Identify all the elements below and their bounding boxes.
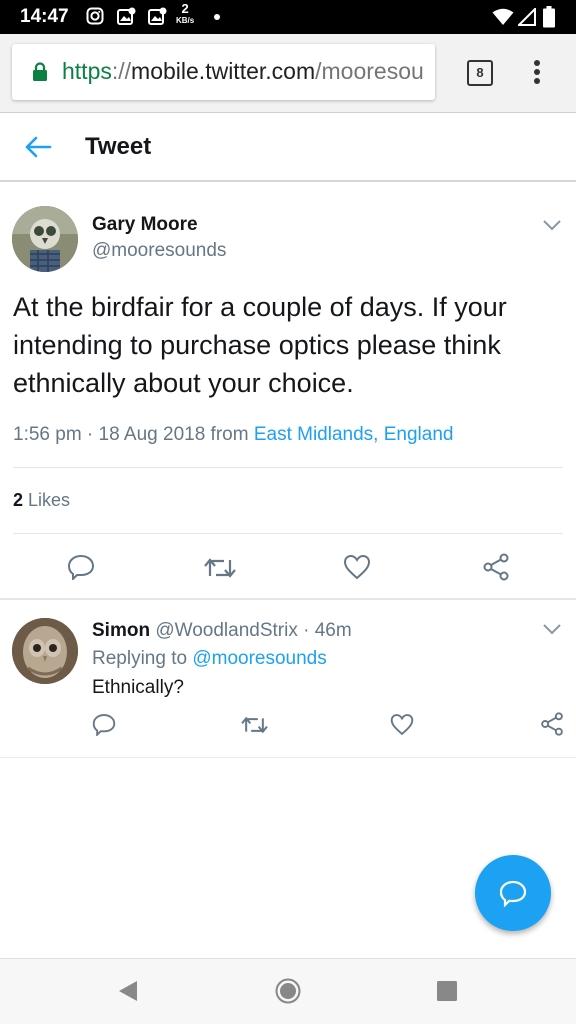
- status-time: 14:47: [20, 6, 69, 27]
- menu-dot: [534, 60, 540, 66]
- reply-text: Ethnically?: [92, 677, 184, 698]
- signal-icon: [518, 8, 536, 26]
- likes-count[interactable]: 2 Likes: [13, 490, 70, 511]
- browser-toolbar: https://mobile.twitter.com/mooresou 8: [0, 34, 576, 112]
- reply-time[interactable]: 46m: [315, 620, 352, 641]
- page-title: Tweet: [85, 133, 152, 160]
- network-speed-unit: KB/s: [176, 16, 195, 25]
- browser-menu-button[interactable]: [532, 60, 542, 87]
- tweet-text: At the birdfair for a couple of days. If…: [13, 292, 507, 398]
- reply-author-name[interactable]: Simon: [92, 620, 150, 641]
- compose-reply-button[interactable]: [475, 855, 551, 931]
- system-nav-bar: [0, 958, 576, 1024]
- tweet-date: 18 Aug 2018: [98, 424, 206, 445]
- replying-label: Replying to: [92, 648, 193, 669]
- tab-switcher-button[interactable]: 8: [467, 60, 493, 86]
- retweet-icon[interactable]: [241, 715, 268, 735]
- like-icon[interactable]: [390, 713, 414, 736]
- back-arrow-icon[interactable]: [24, 135, 52, 159]
- tweet-location-link[interactable]: East Midlands, England: [254, 424, 454, 445]
- share-icon[interactable]: [482, 553, 510, 581]
- wifi-icon: [492, 8, 514, 25]
- reply-icon: [499, 880, 527, 907]
- chevron-down-icon[interactable]: [542, 219, 562, 231]
- status-bar: 14:47 2 KB/s: [0, 0, 576, 34]
- from-label: from: [205, 424, 254, 445]
- battery-icon: [543, 6, 555, 28]
- url-text[interactable]: https://mobile.twitter.com/mooresou: [62, 58, 424, 85]
- chevron-down-icon[interactable]: [542, 623, 562, 635]
- replying-to: Replying to @mooresounds: [92, 648, 327, 670]
- author-handle[interactable]: @mooresounds: [92, 240, 226, 262]
- home-nav-icon[interactable]: [275, 978, 301, 1004]
- like-icon[interactable]: [343, 554, 371, 580]
- network-speed: 2 KB/s: [176, 1, 195, 27]
- back-nav-icon[interactable]: [117, 979, 139, 1003]
- menu-dot: [534, 78, 540, 84]
- reply-header: Simon @WoodlandStrix · 46m: [92, 620, 352, 642]
- reply-time-separator: ·: [297, 620, 315, 641]
- likes-number: 2: [13, 490, 24, 510]
- reply-icon[interactable]: [67, 554, 95, 580]
- lock-icon: [33, 62, 47, 81]
- menu-dot: [534, 69, 540, 75]
- share-icon[interactable]: [540, 712, 564, 736]
- url-host: mobile.twitter.com: [131, 58, 316, 84]
- avatar[interactable]: [12, 618, 78, 684]
- reply-author-handle[interactable]: @WoodlandStrix: [155, 620, 298, 641]
- network-speed-value: 2: [181, 1, 189, 16]
- instagram-icon: [86, 7, 104, 25]
- divider: [13, 533, 563, 534]
- tweet-time: 1:56 pm: [13, 424, 82, 445]
- reply-icon[interactable]: [92, 713, 116, 736]
- address-bar[interactable]: https://mobile.twitter.com/mooresou: [12, 44, 435, 100]
- url-scheme: https: [62, 58, 112, 84]
- tab-count: 8: [476, 65, 484, 80]
- url-path: /mooresou: [315, 58, 424, 84]
- retweet-icon[interactable]: [204, 556, 236, 580]
- gallery-icon: [117, 7, 136, 25]
- replying-to-link[interactable]: @mooresounds: [192, 648, 326, 669]
- url-separator: ://: [111, 58, 132, 84]
- divider: [13, 467, 563, 468]
- section-separator: [0, 757, 576, 758]
- gallery-icon: [148, 7, 167, 25]
- section-separator: [0, 598, 576, 600]
- page-header: Tweet: [0, 112, 576, 182]
- likes-label: Likes: [23, 490, 71, 510]
- dot-icon: [214, 14, 220, 20]
- recents-nav-icon[interactable]: [436, 980, 458, 1002]
- meta-separator: ·: [81, 424, 99, 445]
- author-name[interactable]: Gary Moore: [92, 214, 198, 236]
- tweet-meta: 1:56 pm · 18 Aug 2018 from East Midlands…: [13, 424, 453, 446]
- avatar[interactable]: [12, 206, 78, 272]
